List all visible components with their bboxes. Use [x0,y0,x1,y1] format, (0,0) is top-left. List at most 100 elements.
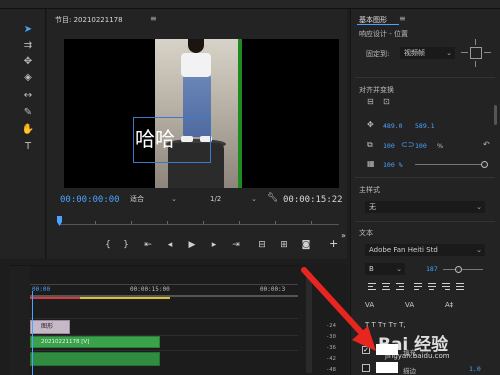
resolution-dropdown[interactable]: 1/2 ⌄ [207,193,259,205]
track-select-tool-icon[interactable]: ⇉ [21,39,35,53]
top-strip [0,0,500,9]
overlay-text[interactable]: 哈哈 [135,123,175,152]
fixed-to-dropdown[interactable]: 视频帧 ⌄ [400,47,455,59]
play-icon[interactable]: ▶ [185,238,199,252]
audio-clip[interactable] [30,352,160,366]
kerning-icon[interactable]: VA [365,301,374,309]
link-icon[interactable]: ⊂⊃ [401,140,414,149]
chevron-down-icon: ⌄ [171,195,177,203]
tracking-icon[interactable]: VA [405,301,414,309]
mark-out-icon[interactable]: } [119,238,133,252]
leading-icon[interactable]: A‡ [445,301,453,309]
duration-timecode: 00:00:15:22 [283,195,343,205]
meter-label: -42 [326,356,336,362]
scale-width-value[interactable]: 100 [383,142,395,150]
opacity-slider[interactable] [415,164,485,165]
master-style-dropdown[interactable]: 无 ⌄ [365,201,485,213]
panel-menu-icon[interactable]: ≡ [399,14,406,23]
position-y-value[interactable]: 589.1 [415,122,435,130]
pen-tool-icon[interactable]: ✎ [21,106,35,120]
panel-scrollbar[interactable] [494,105,497,125]
chevron-down-icon: ⌄ [446,49,452,57]
scale-icon: ⧉ [367,140,373,149]
fill-checkbox[interactable]: ✓ [362,346,370,354]
opacity-value[interactable]: 100 % [383,161,403,169]
monitor-menu-icon[interactable]: ≡ [150,14,157,23]
razor-tool-icon[interactable]: ◈ [21,71,35,85]
reset-icon[interactable]: ↶ [483,140,490,149]
slip-tool-icon[interactable]: ↔ [21,89,35,103]
align-right-icon[interactable] [395,282,405,291]
font-size-slider[interactable] [443,269,483,270]
wrench-icon[interactable]: 🔧︎ [267,193,278,203]
chevron-down-icon: ⌄ [476,246,482,254]
meter-label: -30 [326,334,336,340]
monitor-title: 节目: 20210221178 [55,16,123,24]
ripple-edit-tool-icon[interactable]: ✥ [21,55,35,69]
lift-icon[interactable]: ⊟ [255,238,269,252]
align-left-icon[interactable] [367,282,377,291]
add-button-icon[interactable]: + [329,237,338,250]
timeline-panel: 00:00 00:00:15:00 00:00:3 图形 20210221178… [10,265,300,375]
go-to-out-icon[interactable]: ⇥ [229,238,243,252]
render-bar-yellow [80,297,170,299]
responsive-design-label: 响应设计 - 位置 [359,30,408,38]
stroke-color-swatch[interactable] [376,362,398,373]
font-size-slider-knob[interactable] [455,266,462,273]
chevron-down-icon: ⌄ [476,203,482,211]
font-dropdown[interactable]: Adobe Fan Heiti Std ⌄ [365,244,485,256]
program-monitor: 节目: 20210221178 ≡ 哈哈 00:00:00:00 适合 ⌄ 1/2… [47,9,347,259]
master-style-label: 主样式 [359,186,380,194]
opacity-slider-knob[interactable] [481,161,488,168]
stroke-checkbox[interactable] [362,364,370,372]
justify-right-icon[interactable] [441,282,451,291]
mark-in-icon[interactable]: { [101,238,115,252]
type-tool-icon[interactable]: T [21,140,35,154]
stroke-label: 描边 [403,367,416,375]
export-frame-icon[interactable]: ◙ [299,238,313,252]
track-headers [10,266,30,375]
pin-edges-icon[interactable] [461,39,491,67]
scale-unit: % [437,142,444,150]
text-format-icons[interactable]: T T Tт Tт T, [365,321,406,329]
justify-all-icon[interactable] [455,282,465,291]
align-transform-label: 对齐并变换 [359,86,394,94]
timeline-time-mid: 00:00:15:00 [130,286,170,293]
step-forward-icon[interactable]: ▸ [207,238,221,252]
video-preview[interactable]: 哈哈 [64,39,339,188]
text-section-label: 文本 [359,229,373,237]
stroke-width-value[interactable]: 1.0 [469,365,481,373]
selection-tool-icon[interactable]: ➤ [21,23,35,37]
scrub-bar[interactable] [55,213,343,227]
meter-label: -48 [326,367,336,373]
chevron-down-icon: ⌄ [251,195,257,203]
timeline-playhead[interactable] [32,291,33,375]
font-size-value[interactable]: 187 [426,265,438,273]
justify-left-icon[interactable] [413,282,423,291]
current-timecode[interactable]: 00:00:00:00 [60,195,120,205]
step-back-icon[interactable]: ◂ [163,238,177,252]
more-icon[interactable]: » [341,231,346,240]
timeline-time-end: 00:00:3 [260,286,286,293]
video-clip[interactable]: 20210221178 [V] [30,336,160,348]
align-vertical-center-icon[interactable]: ⊟ [367,97,374,106]
align-horizontal-center-icon[interactable]: ⊡ [383,97,390,106]
audio-meter: -24 -30 -36 -42 -48 [302,265,347,375]
justify-center-icon[interactable] [427,282,437,291]
scale-height-value[interactable]: 100 [415,142,427,150]
position-x-value[interactable]: 489.0 [383,122,403,130]
extract-icon[interactable]: ⊞ [277,238,291,252]
premiere-window: ➤ ⇉ ✥ ◈ ↔ ✎ ✋ T 节目: 20210221178 ≡ 哈哈 00:… [0,0,500,375]
font-style-dropdown[interactable]: B ⌄ [365,263,405,275]
align-center-icon[interactable] [381,282,391,291]
video-frame-edge [238,39,242,188]
meter-label: -24 [326,323,336,329]
position-icon: ✥ [367,120,374,129]
fixed-to-label: 固定到: [366,50,390,58]
fit-dropdown[interactable]: 适合 ⌄ [127,193,179,205]
watermark-url: jingyan.baidu.com [385,352,450,360]
graphic-clip[interactable]: 图形 [30,320,70,334]
go-to-in-icon[interactable]: ⇤ [141,238,155,252]
opacity-icon: ▦ [367,159,375,168]
hand-tool-icon[interactable]: ✋ [21,123,35,137]
